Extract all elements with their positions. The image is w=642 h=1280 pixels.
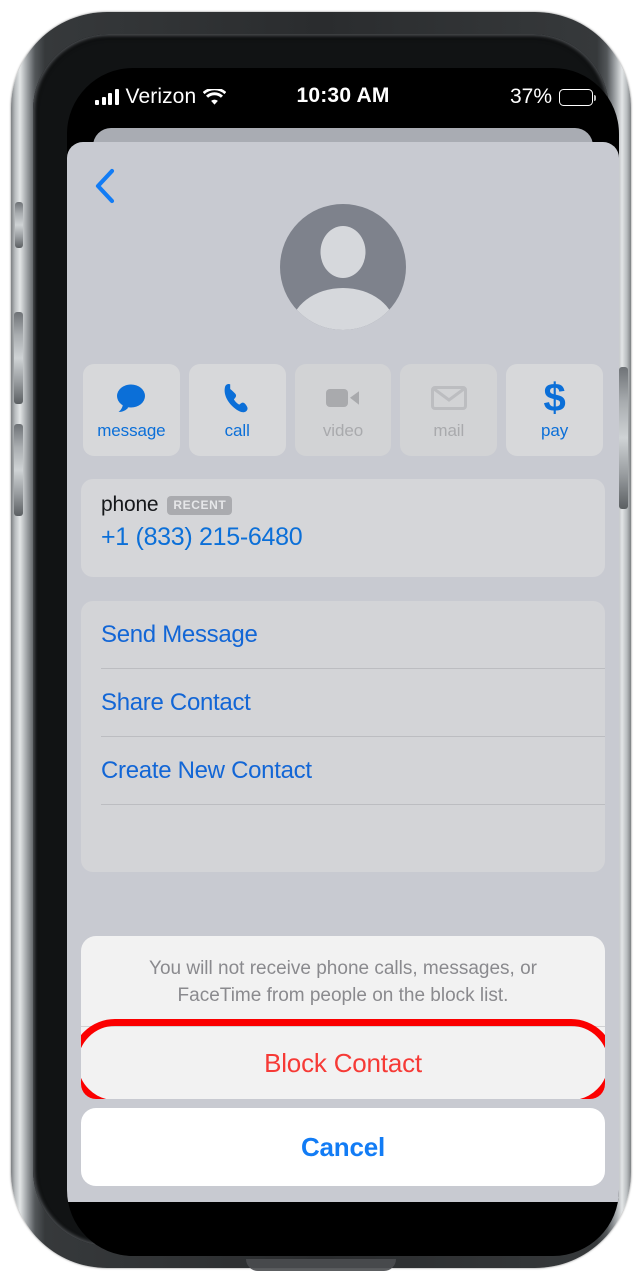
device-bezel: Verizon 10:30 AM 37% message call video … xyxy=(33,34,619,1256)
volume-up-button[interactable] xyxy=(14,312,23,404)
block-contact-button[interactable]: Block Contact xyxy=(81,1027,605,1099)
bottom-frame-antenna-band xyxy=(246,1259,396,1271)
action-share-contact[interactable]: Share Contact xyxy=(81,669,605,736)
contact-detail-card: message call video mail $ pay phone RECE… xyxy=(67,142,619,1202)
block-contact-row: Block Contact xyxy=(81,1019,605,1099)
block-contact-action-sheet: You will not receive phone calls, messag… xyxy=(81,936,605,1186)
status-bar-right: 37% xyxy=(509,85,597,109)
cancel-button[interactable]: Cancel xyxy=(81,1108,605,1186)
default-contact-avatar-icon xyxy=(280,204,406,330)
quick-action-message[interactable]: message xyxy=(83,364,180,456)
status-bar: Verizon 10:30 AM 37% xyxy=(67,68,619,132)
battery-percentage-label: 37% xyxy=(509,85,552,108)
envelope-icon xyxy=(430,380,467,416)
quick-action-row: message call video mail $ pay xyxy=(83,364,603,456)
mute-switch[interactable] xyxy=(15,202,23,248)
quick-action-message-label: message xyxy=(97,420,166,440)
avatar-container xyxy=(67,204,619,330)
message-bubble-icon xyxy=(114,380,148,416)
recent-badge: RECENT xyxy=(167,495,233,515)
volume-down-button[interactable] xyxy=(14,424,23,516)
phone-number-section[interactable]: phone RECENT +1 (833) 215-6480 xyxy=(81,479,605,577)
quick-action-video: video xyxy=(294,364,392,456)
avatar-body-shape xyxy=(291,288,395,330)
quick-action-mail-label: mail xyxy=(433,420,465,440)
power-button[interactable] xyxy=(619,367,628,509)
iphone-device-frame: Verizon 10:30 AM 37% message call video … xyxy=(11,12,631,1271)
action-create-new-contact[interactable]: Create New Contact xyxy=(81,737,605,804)
back-chevron-icon[interactable] xyxy=(83,164,127,208)
phone-number-value[interactable]: +1 (833) 215-6480 xyxy=(101,523,585,552)
dollar-sign-icon: $ xyxy=(543,375,566,420)
action-sheet-group: You will not receive phone calls, messag… xyxy=(81,936,605,1099)
quick-action-video-label: video xyxy=(322,420,364,440)
quick-action-call-label: call xyxy=(224,420,250,440)
avatar-head-shape xyxy=(320,226,366,278)
action-sheet-description: You will not receive phone calls, messag… xyxy=(149,958,537,1006)
phone-label-row: phone RECENT xyxy=(101,493,585,517)
quick-action-mail: mail xyxy=(400,364,498,456)
quick-action-call[interactable]: call xyxy=(188,364,286,456)
battery-icon xyxy=(559,88,597,106)
action-send-message[interactable]: Send Message xyxy=(81,601,605,668)
video-camera-icon xyxy=(325,380,361,416)
action-row-hidden[interactable] xyxy=(81,805,605,872)
phone-screen: Verizon 10:30 AM 37% message call video … xyxy=(67,68,619,1256)
quick-action-pay-label: pay xyxy=(541,420,569,440)
phone-field-label: phone xyxy=(101,493,159,516)
contact-action-list: Send Message Share Contact Create New Co… xyxy=(81,601,605,872)
phone-handset-icon xyxy=(222,380,252,416)
quick-action-pay[interactable]: $ pay xyxy=(506,364,603,456)
